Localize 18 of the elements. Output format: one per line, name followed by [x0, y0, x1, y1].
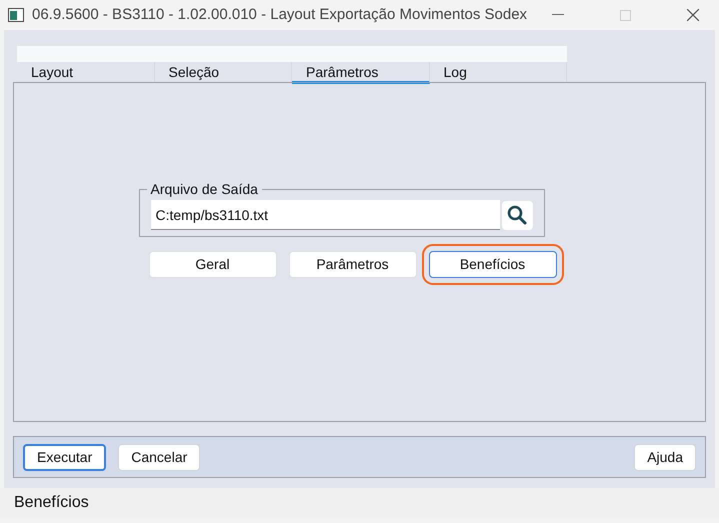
footer-button[interactable]: Executar — [23, 444, 106, 470]
app-icon — [8, 8, 24, 22]
tab[interactable]: Log — [430, 62, 567, 82]
search-button[interactable] — [502, 200, 532, 230]
window-title: 06.9.5600 - BS3110 - 1.02.00.010 - Layout Exportação Movimentos Sodex — [32, 4, 528, 25]
file-path-field[interactable]: C:temp/bs3110.txt — [150, 200, 500, 230]
section-button[interactable]: Parâmetros — [288, 251, 416, 278]
footer-button[interactable]: Cancelar — [118, 444, 200, 470]
group-label: Arquivo de Saída — [150, 180, 259, 199]
tab[interactable]: Layout — [17, 62, 154, 82]
tab[interactable]: Seleção — [154, 62, 292, 82]
close-icon[interactable] — [687, 9, 699, 21]
tab[interactable]: Parâmetros — [292, 62, 430, 84]
search-icon — [507, 205, 527, 225]
minimize-icon[interactable] — [552, 14, 564, 16]
status-text: Benefícios — [14, 493, 89, 513]
section-button[interactable]: Geral — [148, 251, 276, 278]
footer-button[interactable]: Ajuda — [634, 444, 696, 470]
